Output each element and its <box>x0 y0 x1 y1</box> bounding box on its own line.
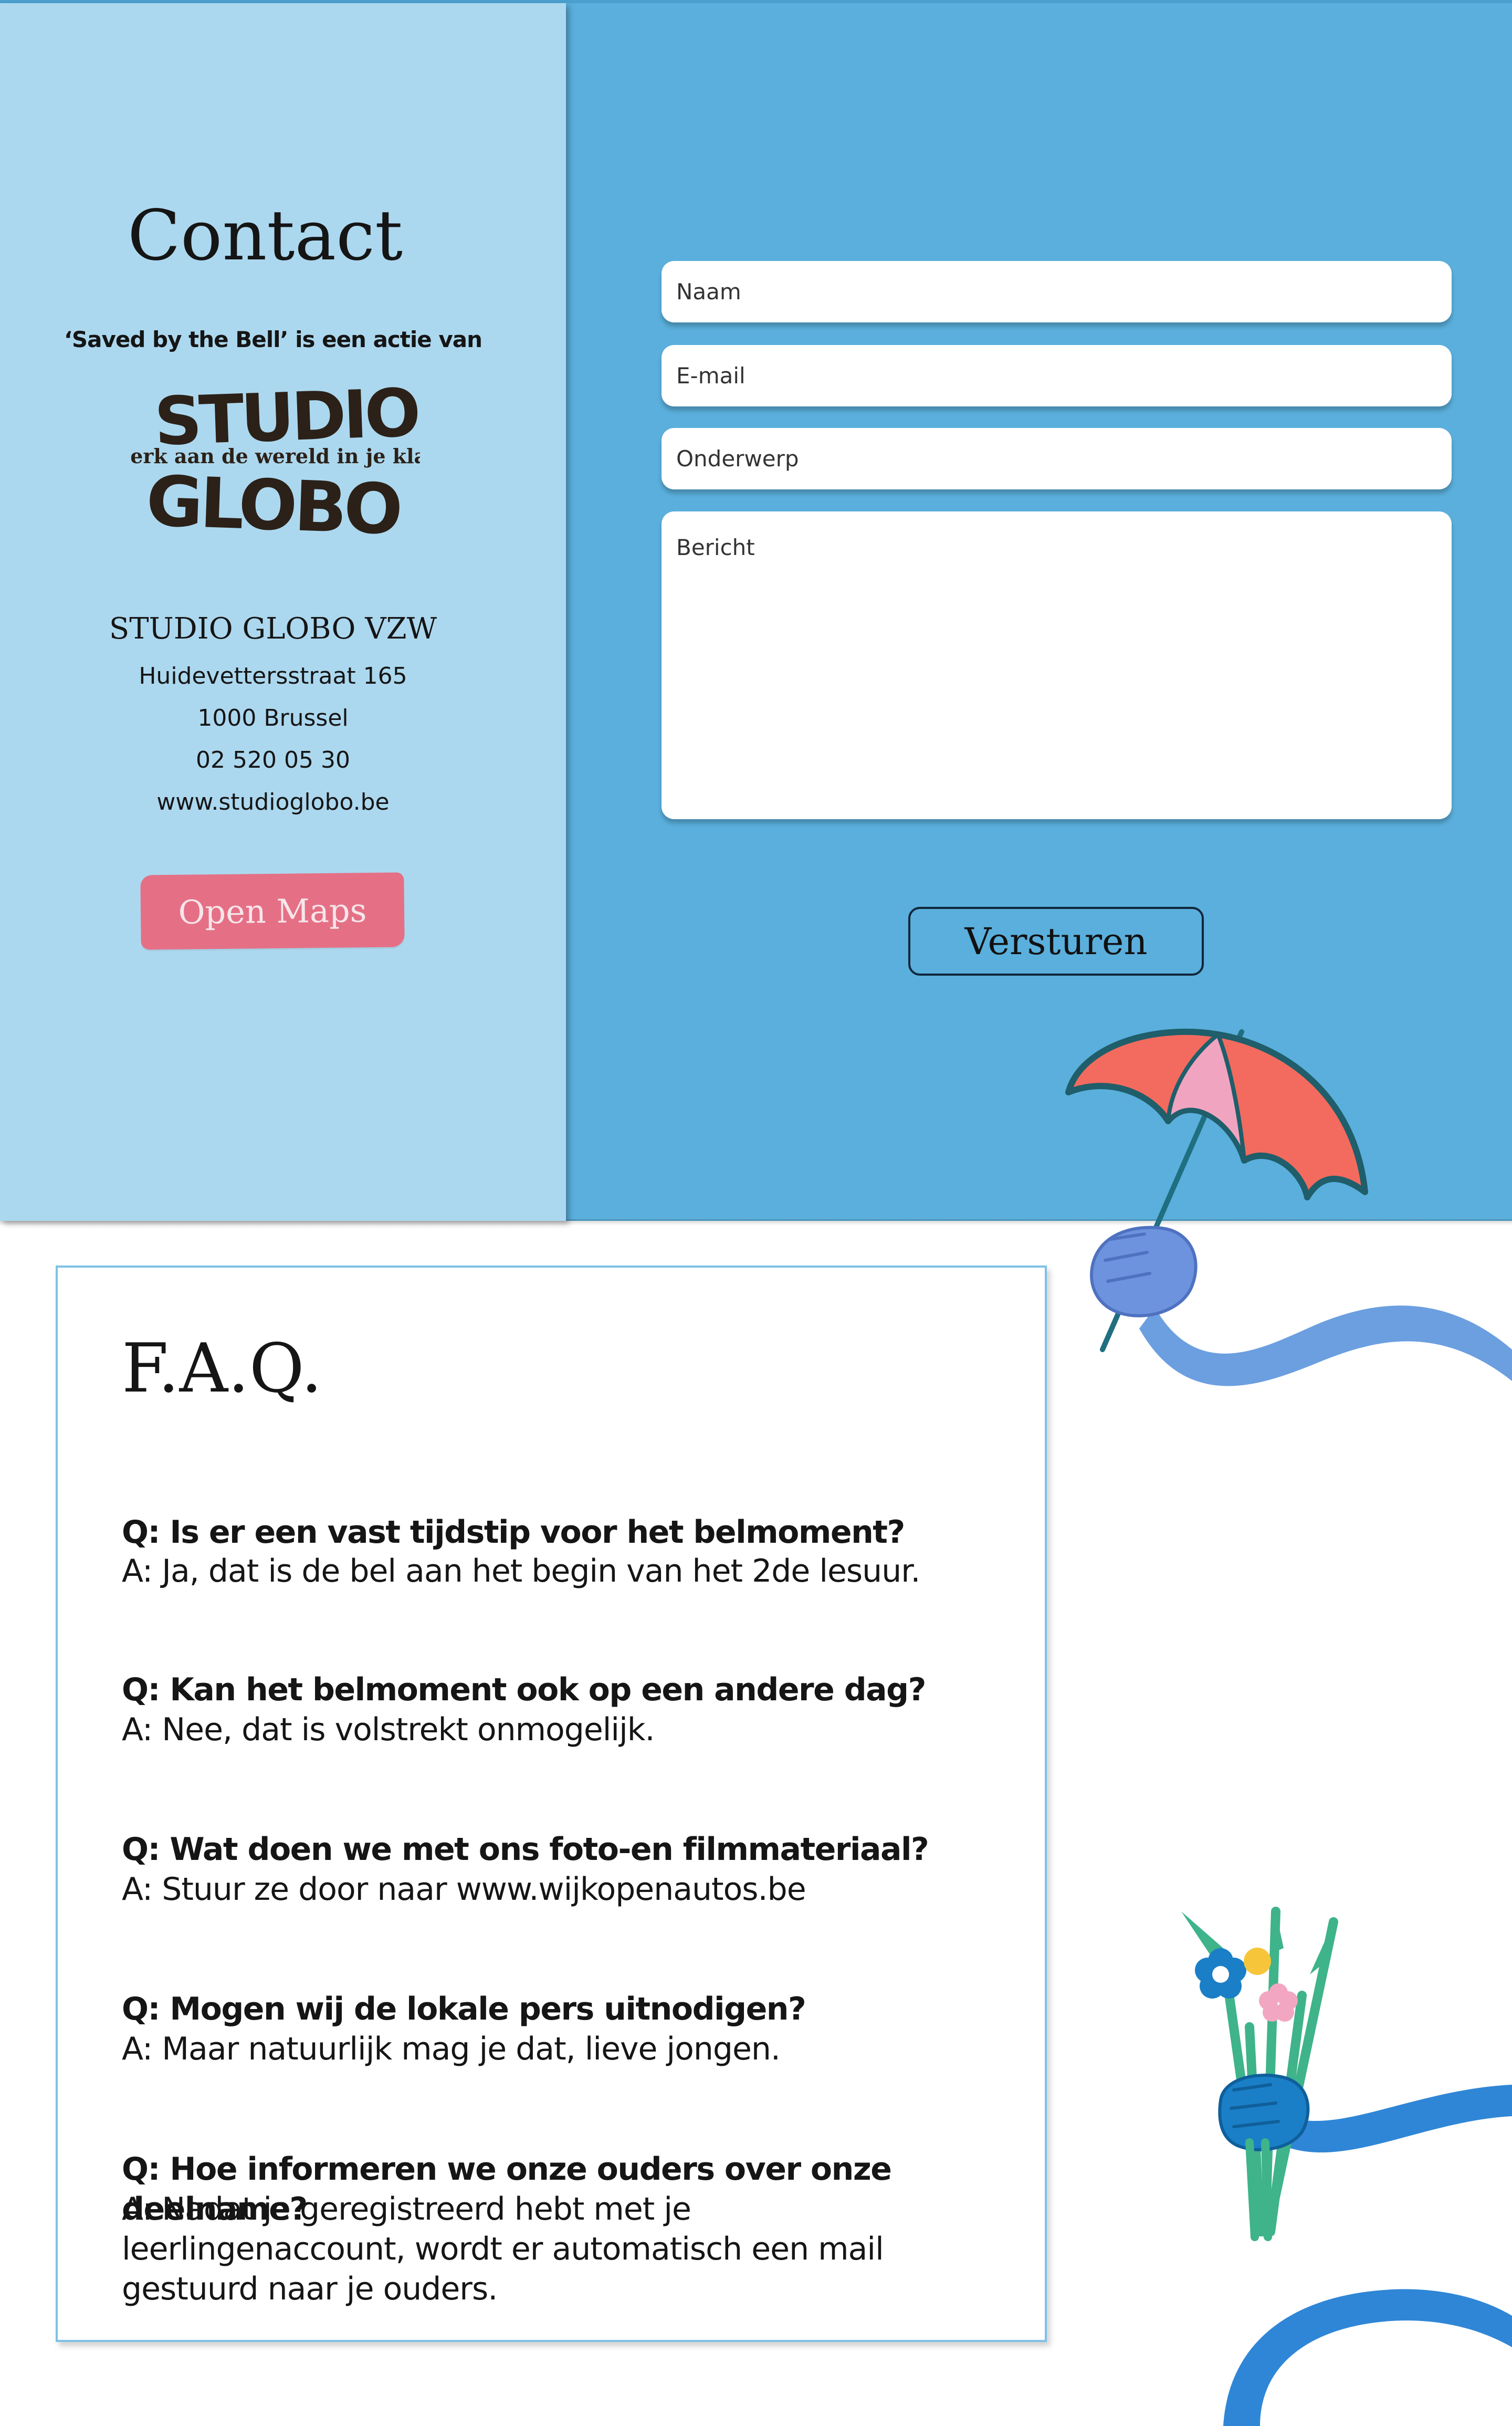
page-title: Contact <box>127 195 403 276</box>
faq-answer: A: Nadat je geregistreerd hebt met je le… <box>122 2191 884 2307</box>
faq-question: Q: Kan het belmoment ook op een andere d… <box>122 1671 926 1708</box>
hand-holding-umbrella-icon <box>1090 1226 1198 1317</box>
upper-arm-ribbon <box>1276 2085 1512 2153</box>
flowers-illustration <box>1181 1907 1512 2426</box>
org-name: STUDIO GLOBO VZW <box>109 612 437 646</box>
blue-flower <box>1195 1948 1246 1999</box>
umbrella-icon <box>1065 1028 1368 1200</box>
action-line: ‘Saved by the Bell’ is een actie van <box>64 327 482 352</box>
studio-globo-logo: STUDIO werk aan de wereld in je klas GLO… <box>131 378 420 551</box>
faq-answer: A: Stuur ze door naar www.wijkopenautos.… <box>122 1871 806 1908</box>
message-textarea[interactable]: Bericht <box>662 511 1452 819</box>
name-input[interactable]: Naam <box>662 261 1452 322</box>
faq-question: Q: Wat doen we met ons foto-en filmmater… <box>122 1831 929 1868</box>
faq-answer: A: Nee, dat is volstrekt onmogelijk. <box>122 1711 655 1748</box>
website-link[interactable]: www.studioglobo.be <box>0 789 546 815</box>
address-street: Huidevettersstraat 165 <box>139 663 407 689</box>
faq-question: Q: Is er een vast tijdstip voor het belm… <box>122 1514 905 1551</box>
faq-answer: A: Maar natuurlijk mag je dat, lieve jon… <box>122 2031 781 2067</box>
subject-placeholder: Onderwerp <box>676 446 799 472</box>
lower-arm-ribbon <box>1223 2289 1512 2426</box>
message-placeholder: Bericht <box>676 535 755 560</box>
umbrella-illustration <box>1065 1028 1512 1386</box>
phone-number: 02 520 05 30 <box>196 747 350 773</box>
faq-title: F.A.Q. <box>122 1330 322 1408</box>
flower-bouquet-icon <box>1181 1907 1338 2236</box>
arm-ribbon <box>1139 1305 1512 1386</box>
subject-input[interactable]: Onderwerp <box>662 428 1452 489</box>
pink-flower <box>1259 1983 1298 2022</box>
faq-answer: A: Ja, dat is de bel aan het begin van h… <box>122 1553 920 1590</box>
open-maps-button[interactable]: Open Maps <box>140 872 405 950</box>
name-placeholder: Naam <box>676 279 741 305</box>
send-button[interactable]: Versturen <box>908 907 1204 976</box>
logo-line-globo: GLOBO <box>145 461 401 551</box>
email-placeholder: E-mail <box>676 363 746 389</box>
email-input[interactable]: E-mail <box>662 345 1452 406</box>
address-city: 1000 Brussel <box>197 705 349 731</box>
faq-question: Q: Mogen wij de lokale pers uitnodigen? <box>122 1991 806 2027</box>
